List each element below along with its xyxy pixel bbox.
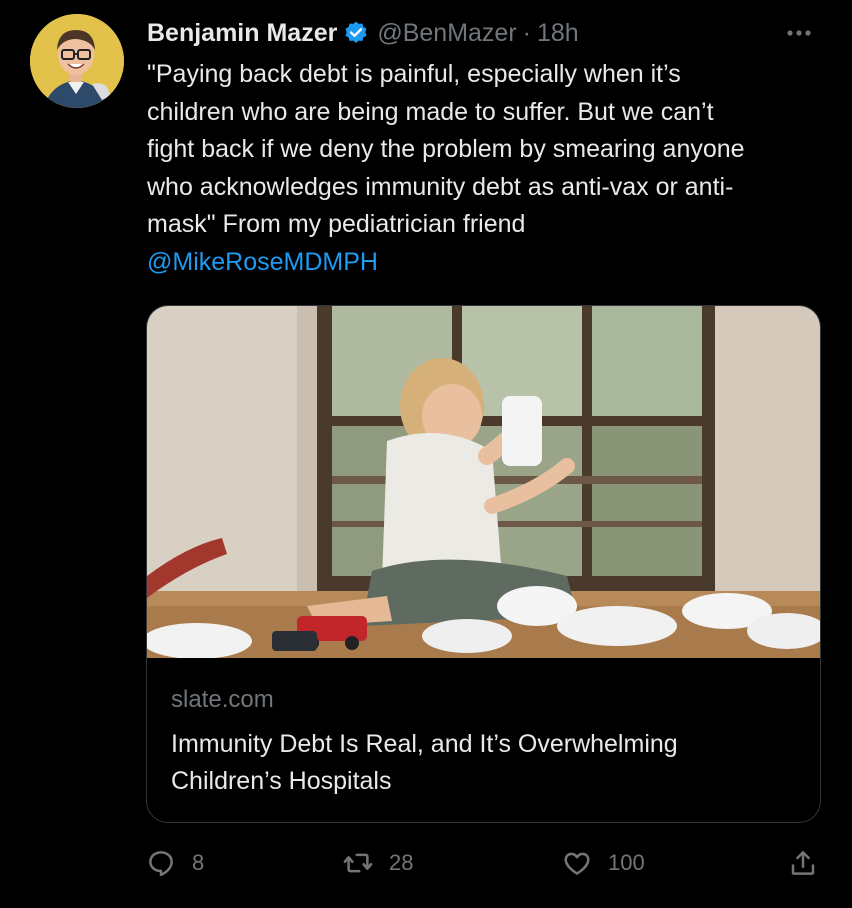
retweet-icon [343, 848, 373, 878]
link-preview-card[interactable]: slate.com Immunity Debt Is Real, and It’… [146, 305, 821, 823]
mention-link[interactable]: @MikeRoseMDMPH [147, 244, 827, 282]
reply-icon [146, 848, 176, 878]
like-count: 100 [608, 850, 645, 875]
tweet-text-line: mask" From my pediatrician friend [147, 210, 526, 238]
share-button[interactable] [788, 840, 818, 886]
separator-dot: · [522, 18, 531, 47]
tweet-text: "Paying back debt is painful, especially… [147, 56, 827, 281]
heart-icon [562, 848, 592, 878]
tweet-text-line: who acknowledges immunity debt as anti-v… [147, 172, 734, 201]
like-button[interactable]: 100 [562, 840, 645, 886]
card-title-line: Children’s Hospitals [171, 767, 392, 795]
card-domain: slate.com [171, 686, 274, 713]
author-handle[interactable]: @BenMazer [377, 19, 516, 48]
reply-button[interactable]: 8 [146, 840, 204, 886]
tweet-timestamp[interactable]: 18h [537, 19, 579, 48]
card-title: Immunity Debt Is Real, and It’s Overwhel… [171, 726, 791, 800]
tweet-actions: 8 28 100 [0, 840, 852, 886]
verified-badge-icon [343, 20, 369, 46]
share-icon [788, 848, 818, 878]
tweet-header: Benjamin Mazer @BenMazer · 18h [147, 14, 579, 52]
more-options-icon[interactable] [778, 18, 820, 48]
card-image[interactable] [147, 306, 820, 658]
card-title-line: Immunity Debt Is Real, and It’s Overwhel… [171, 730, 678, 758]
retweet-button[interactable]: 28 [343, 840, 413, 886]
avatar[interactable] [30, 14, 124, 108]
tweet-text-line: fight back if we deny the problem by sme… [147, 135, 745, 163]
author-name[interactable]: Benjamin Mazer [147, 19, 337, 48]
retweet-count: 28 [389, 850, 414, 875]
reply-count: 8 [192, 850, 205, 875]
tweet-text-line: children who are being made to suffer. B… [147, 97, 714, 126]
tweet-text-line: "Paying back debt is painful, especially… [147, 60, 681, 88]
